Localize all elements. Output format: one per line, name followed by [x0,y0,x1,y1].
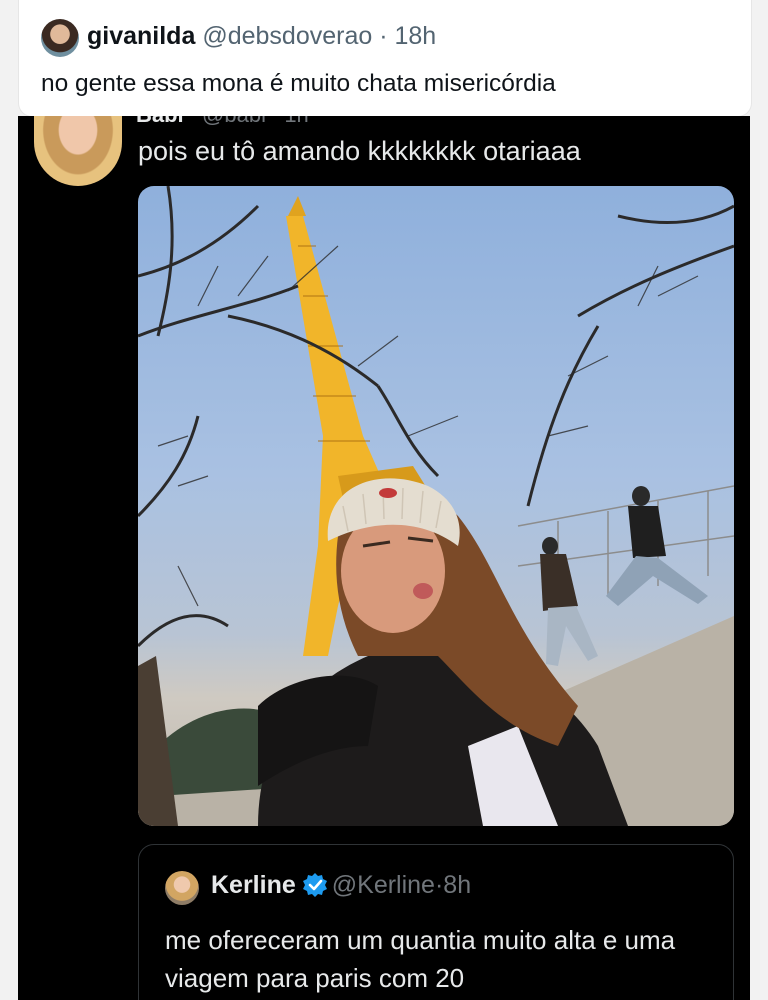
tweet-time[interactable]: 18h [395,22,437,50]
quoted-author-handle[interactable]: @Kerline [332,871,435,899]
cut-author-name: Babi [136,116,184,127]
reply-text: pois eu tô amando kkkkkkkk otariaaa [138,136,581,166]
tweet-text: no gente essa mona é muito chata miseric… [41,70,556,97]
cut-reply-header: Babi @babi 1h [136,116,309,127]
tweet-header: givanilda @debsdoverao · 18h [87,22,436,51]
embedded-screenshot: Babi @babi 1h pois eu tô amando kkkkkkkk… [18,116,750,1000]
quoted-author-name[interactable]: Kerline [211,871,296,899]
header-separator: · [379,22,388,50]
quoted-tweet-text: me ofereceram um quantia muito alta e um… [165,925,676,993]
verified-badge-icon [302,872,328,898]
outer-tweet[interactable]: givanilda @debsdoverao · 18h no gente es… [18,0,752,117]
author-avatar[interactable] [41,19,79,57]
photo-illustration [138,186,734,826]
cut-author-handle: @babi [202,116,266,127]
tweet-photo[interactable] [138,186,734,826]
quoted-tweet-header: Kerline @Kerline·8h [211,871,471,900]
quoted-author-avatar[interactable] [165,871,199,905]
reply-author-avatar[interactable] [34,116,122,186]
author-handle[interactable]: @debsdoverao [202,22,372,50]
quoted-tweet[interactable]: Kerline @Kerline·8h me ofereceram um quan… [138,844,734,1000]
cut-time: 1h [284,116,308,127]
author-name[interactable]: givanilda [87,22,195,50]
quoted-tweet-time[interactable]: 8h [443,871,471,899]
